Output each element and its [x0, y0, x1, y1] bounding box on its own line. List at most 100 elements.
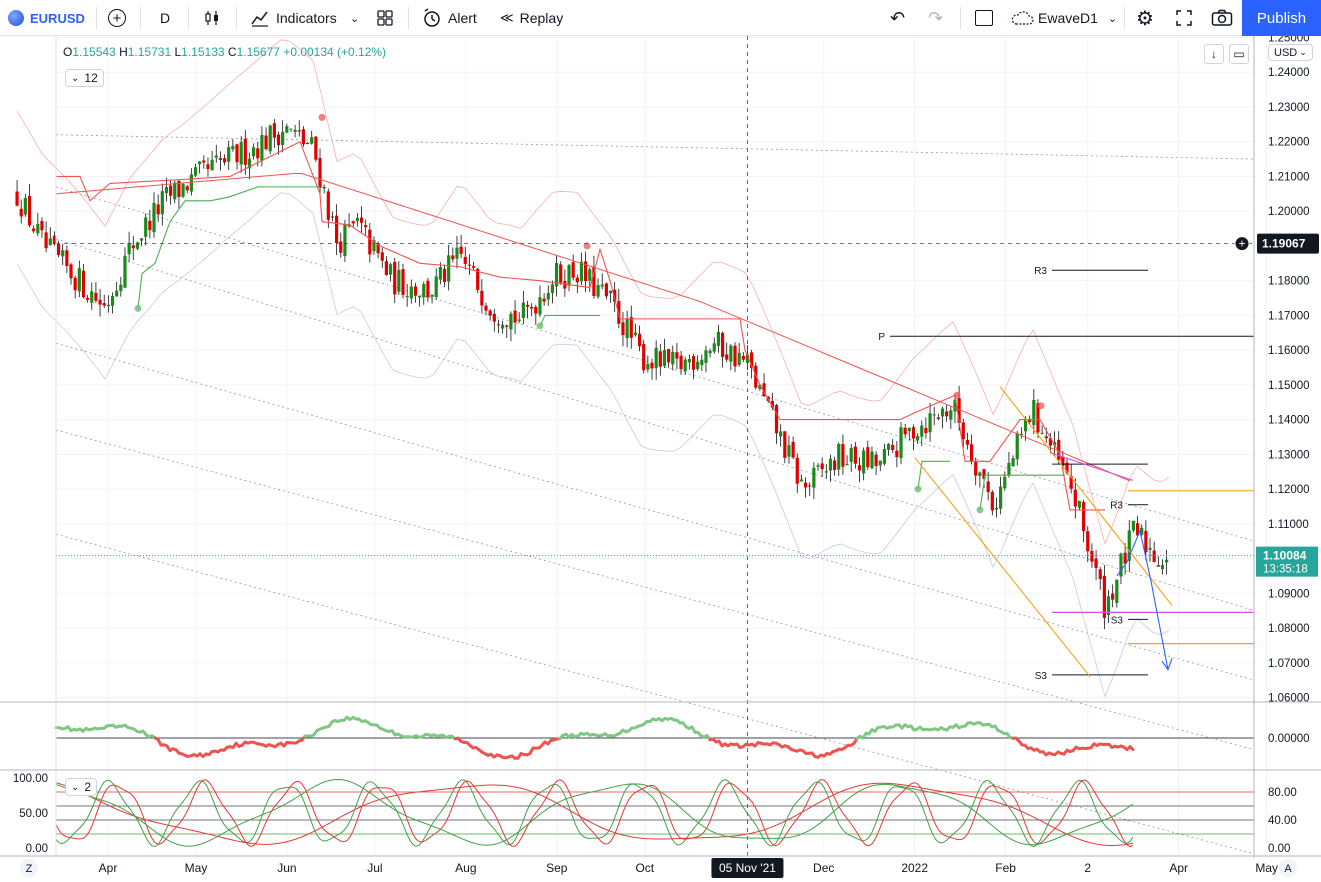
candle-body [276, 134, 281, 146]
candle-body [351, 221, 355, 224]
divider [408, 7, 409, 29]
candle-body [127, 242, 131, 255]
candle-body [310, 137, 314, 144]
candle-body [1028, 420, 1032, 423]
candle-body [621, 322, 625, 336]
price-tick-label: 1.17000 [1268, 310, 1310, 322]
pane2-collapse-toggle[interactable]: ⌄ 2 [65, 778, 98, 796]
oscillator-segment [1128, 745, 1135, 752]
signal-dot [536, 322, 544, 330]
candle-body [658, 351, 662, 367]
candle-body [849, 448, 853, 462]
candle-body [729, 345, 733, 362]
price-tick-label: 1.13000 [1268, 449, 1310, 461]
cloud-icon [1011, 11, 1034, 25]
publish-button[interactable]: Publish [1242, 0, 1321, 36]
candle-body [961, 422, 965, 440]
candle-body [1123, 552, 1127, 564]
candle-body [575, 277, 579, 283]
candle-body [509, 313, 513, 330]
candle-body [779, 431, 783, 437]
candle-body [339, 241, 343, 253]
replay-button[interactable]: ≪ Replay [500, 0, 563, 36]
divider [140, 7, 141, 29]
candle-body [81, 270, 86, 298]
candle-body [409, 286, 413, 299]
candle-body [866, 447, 870, 468]
candle-body [1077, 500, 1082, 508]
candle-body [144, 217, 148, 237]
candle-body [999, 486, 1003, 509]
candle-body [343, 223, 347, 257]
candle-body [505, 325, 509, 327]
indicator-count: 12 [84, 71, 98, 85]
add-alert-plus-icon: + [1238, 237, 1245, 251]
candle-body [330, 216, 335, 218]
close-label: C [227, 45, 237, 59]
alert-button[interactable]: Alert [422, 0, 477, 36]
settings-button[interactable]: ⚙ [1136, 0, 1154, 36]
candle-body [86, 297, 90, 300]
rewind-icon: ≪ [500, 10, 514, 25]
chart-type-button[interactable] [203, 0, 221, 36]
price-tick-label: 1.14000 [1268, 415, 1310, 427]
time-tick-label: Apr [99, 861, 118, 875]
candle-body [783, 431, 787, 458]
layouts-button[interactable] [376, 0, 394, 36]
pivot-label: R3 [1110, 501, 1123, 512]
candle-body [563, 281, 567, 289]
candle-body [222, 158, 227, 163]
candle-body [1152, 550, 1156, 562]
candle-body [359, 217, 364, 223]
candle-body [1102, 575, 1106, 618]
candle-body [878, 460, 882, 466]
price-tick-label: 1.16000 [1268, 345, 1310, 357]
candle-body [530, 306, 534, 309]
fullscreen-select-button[interactable] [975, 0, 993, 36]
indicators-button[interactable]: Indicators [250, 0, 337, 36]
candle-body [40, 220, 44, 231]
price-tick-label: 1.11000 [1268, 519, 1309, 531]
signal-dot [134, 304, 142, 312]
undo-button[interactable]: ↶ [890, 0, 905, 36]
candle-body [218, 157, 223, 160]
candle-body [463, 256, 467, 264]
candle-body [833, 460, 837, 471]
symbol-search[interactable]: EURUSD [8, 0, 85, 36]
pivot-label: R3 [1034, 266, 1047, 277]
layout-name-button[interactable]: EwaveD1 ⌄ [1010, 0, 1117, 36]
chart-canvas[interactable]: R3PR3S3S3 1.250001.240001.230001.220001.… [0, 36, 1321, 882]
candle-body [642, 344, 646, 371]
interval-button[interactable]: D [160, 0, 170, 36]
candle-body [231, 146, 235, 150]
scroll-down-button[interactable]: ↓ [1204, 44, 1224, 64]
fullscreen-button[interactable] [1175, 0, 1193, 36]
time-tick-label: Oct [635, 861, 654, 875]
indicators-dropdown-button[interactable]: ⌄ [350, 0, 359, 36]
currency-select[interactable]: USD ⌄ [1268, 44, 1313, 61]
candle-body [36, 224, 40, 234]
chevron-down-icon: ⌄ [350, 12, 360, 25]
candle-body [816, 465, 820, 467]
candle-body [426, 280, 430, 298]
candles-icon [205, 11, 218, 25]
stoch-right-tick: 0.00 [1268, 843, 1290, 855]
candle-body [139, 238, 144, 241]
time-tick-label: Jun [277, 861, 296, 875]
replay-label: Replay [519, 10, 564, 26]
candle-body [949, 410, 953, 420]
ohlc-legend: O1.15543 H1.15731 L1.15133 C1.15677 +0.0… [63, 45, 386, 59]
candle-body [588, 269, 592, 281]
stoch-right-tick: 80.00 [1268, 787, 1297, 799]
candle-body [974, 461, 978, 476]
candle-body [704, 350, 708, 363]
maximize-pane-button[interactable]: ▭ [1229, 44, 1249, 64]
candle-body [181, 183, 185, 197]
compare-symbol-button[interactable]: + [108, 0, 126, 36]
indicator-collapse-toggle[interactable]: ⌄ 12 [65, 69, 104, 87]
candle-body [65, 250, 69, 266]
signal-dot [914, 485, 922, 493]
redo-button[interactable]: ↷ [928, 0, 943, 36]
candle-body [189, 174, 193, 192]
snapshot-button[interactable] [1211, 0, 1233, 36]
